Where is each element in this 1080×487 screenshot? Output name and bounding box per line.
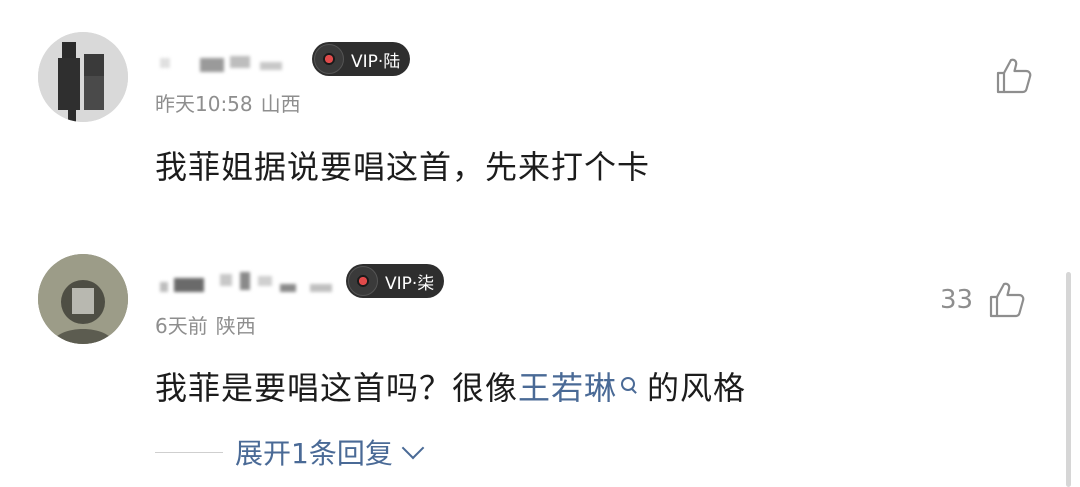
comment-meta: 6天前 陕西 bbox=[155, 310, 256, 339]
comment-text: 我菲是要唱这首吗？很像王若琳 的风格 bbox=[155, 363, 746, 409]
artist-link[interactable]: 王若琳 bbox=[518, 369, 617, 407]
search-icon[interactable] bbox=[621, 377, 636, 391]
avatar[interactable] bbox=[38, 254, 128, 344]
avatar[interactable] bbox=[38, 32, 128, 122]
like-count: 33 bbox=[940, 285, 974, 315]
comment-location: 陕西 bbox=[215, 314, 256, 338]
thumbs-up-icon bbox=[996, 58, 1032, 94]
vip-badge-label: VIP·柒 bbox=[385, 273, 435, 294]
comment-time: 昨天10:58 bbox=[155, 92, 253, 116]
like-button[interactable] bbox=[980, 56, 1034, 96]
expand-replies-button[interactable]: 展开1条回复 bbox=[155, 432, 425, 472]
comment-text-part: 我菲是要唱这首吗？很像 bbox=[155, 369, 519, 407]
vip-badge[interactable]: VIP·陆 bbox=[312, 42, 411, 76]
vinyl-record-icon bbox=[314, 44, 344, 74]
expand-replies-label: 展开1条回复 bbox=[235, 437, 393, 470]
comment-meta: 昨天10:58 山西 bbox=[155, 88, 301, 117]
comment-text-part: 的风格 bbox=[647, 369, 747, 407]
thumbs-up-icon bbox=[989, 282, 1025, 318]
username-obscured[interactable] bbox=[160, 272, 340, 294]
comment-text: 我菲姐据说要唱这首，先来打个卡 bbox=[155, 148, 651, 186]
avatar-image bbox=[38, 254, 128, 344]
vip-badge[interactable]: VIP·柒 bbox=[346, 264, 445, 298]
comment-time: 6天前 bbox=[155, 314, 208, 338]
vip-badge-label: VIP·陆 bbox=[351, 51, 401, 72]
divider-line bbox=[155, 451, 223, 453]
comment-location: 山西 bbox=[260, 92, 301, 116]
chevron-down-icon bbox=[401, 436, 425, 460]
avatar-image bbox=[38, 32, 128, 122]
like-button[interactable]: 33 bbox=[940, 280, 1027, 320]
vinyl-record-icon bbox=[348, 266, 378, 296]
username-obscured[interactable] bbox=[160, 50, 310, 72]
scrollbar[interactable] bbox=[1066, 272, 1071, 487]
